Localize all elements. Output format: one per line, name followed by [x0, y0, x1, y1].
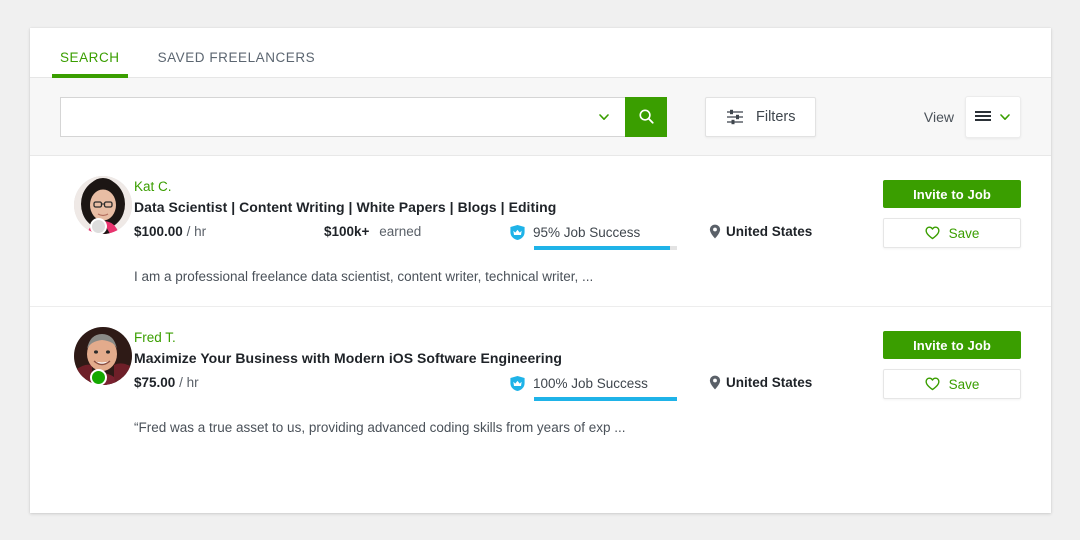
earned-amount: $100k+	[324, 224, 369, 239]
total-earned: $100k+ earned	[324, 224, 509, 239]
filters-button-label: Filters	[756, 109, 795, 125]
invite-to-job-button[interactable]: Invite to Job	[883, 180, 1021, 208]
location-text: United States	[726, 224, 812, 239]
freelancer-info: Kat C. Data Scientist | Content Writing …	[134, 176, 883, 284]
hourly-rate: $100.00 / hr	[134, 224, 324, 239]
freelancer-actions: Invite to Job Save	[883, 327, 1021, 435]
rate-unit: / hr	[187, 224, 207, 239]
freelancer-name[interactable]: Fred T.	[134, 330, 176, 345]
save-button-label: Save	[949, 226, 980, 241]
status-indicator-offline	[90, 218, 107, 235]
heart-icon	[925, 226, 940, 240]
heart-icon	[925, 377, 940, 391]
view-mode-button[interactable]	[965, 96, 1021, 138]
job-success-text: 100% Job Success	[533, 376, 648, 391]
tab-saved-freelancers[interactable]: SAVED FREELANCERS	[150, 50, 324, 77]
tab-search-label: SEARCH	[60, 50, 120, 65]
job-success-badge-icon	[509, 375, 526, 392]
search-scope-chevron-down-icon[interactable]	[593, 110, 615, 124]
invite-to-job-button[interactable]: Invite to Job	[883, 331, 1021, 359]
tab-search[interactable]: SEARCH	[52, 50, 128, 77]
rate-amount: $75.00	[134, 375, 175, 390]
job-success-progress-fill	[534, 397, 677, 401]
page-root: SEARCH SAVED FREELANCERS	[0, 0, 1080, 540]
freelancer-stats: $75.00 / hr	[134, 375, 883, 403]
freelancer-row: Kat C. Data Scientist | Content Writing …	[30, 156, 1051, 307]
location-pin-icon	[709, 375, 721, 390]
list-view-icon	[974, 110, 992, 124]
freelancer-description: I am a professional freelance data scien…	[134, 269, 883, 284]
search-field-wrapper	[60, 97, 625, 137]
job-success-progress-bar	[534, 397, 677, 401]
save-button[interactable]: Save	[883, 218, 1021, 248]
freelancer-location: United States	[709, 375, 812, 390]
freelancer-location: United States	[709, 224, 812, 239]
total-earned	[324, 375, 509, 390]
job-success-score: 100% Job Success	[509, 375, 709, 401]
job-success-badge-icon	[509, 224, 526, 241]
freelancer-info: Fred T. Maximize Your Business with Mode…	[134, 327, 883, 435]
save-button[interactable]: Save	[883, 369, 1021, 399]
search-bar	[60, 97, 667, 137]
search-icon	[638, 108, 655, 125]
freelancer-actions: Invite to Job Save	[883, 176, 1021, 284]
view-label: View	[924, 109, 954, 125]
status-indicator-online	[90, 369, 107, 386]
hourly-rate: $75.00 / hr	[134, 375, 324, 390]
freelancer-row: Fred T. Maximize Your Business with Mode…	[30, 307, 1051, 457]
save-button-label: Save	[949, 377, 980, 392]
tab-saved-freelancers-label: SAVED FREELANCERS	[158, 50, 316, 65]
location-pin-icon	[709, 224, 721, 239]
search-panel: SEARCH SAVED FREELANCERS	[30, 28, 1051, 513]
search-button[interactable]	[625, 97, 667, 137]
freelancer-name[interactable]: Kat C.	[134, 179, 172, 194]
avatar-column	[46, 327, 134, 435]
search-input[interactable]	[73, 109, 593, 124]
sliders-icon	[726, 109, 744, 125]
search-toolbar: Filters View	[30, 78, 1051, 156]
freelancer-stats: $100.00 / hr $100k+ earned	[134, 224, 883, 252]
job-success-progress-bar	[534, 246, 677, 250]
freelancer-description: “Fred was a true asset to us, providing …	[134, 420, 883, 435]
view-control: View	[924, 96, 1021, 138]
location-text: United States	[726, 375, 812, 390]
freelancer-title: Data Scientist | Content Writing | White…	[134, 199, 883, 215]
rate-unit: / hr	[179, 375, 199, 390]
freelancer-title: Maximize Your Business with Modern iOS S…	[134, 350, 883, 366]
job-success-score: 95% Job Success	[509, 224, 709, 250]
filters-button[interactable]: Filters	[705, 97, 816, 137]
job-success-progress-fill	[534, 246, 670, 250]
avatar-column	[46, 176, 134, 284]
job-success-text: 95% Job Success	[533, 225, 640, 240]
tab-bar: SEARCH SAVED FREELANCERS	[30, 28, 1051, 78]
view-chevron-down-icon	[998, 110, 1012, 124]
rate-amount: $100.00	[134, 224, 183, 239]
earned-label: earned	[379, 224, 421, 239]
freelancer-list: Kat C. Data Scientist | Content Writing …	[30, 156, 1051, 457]
